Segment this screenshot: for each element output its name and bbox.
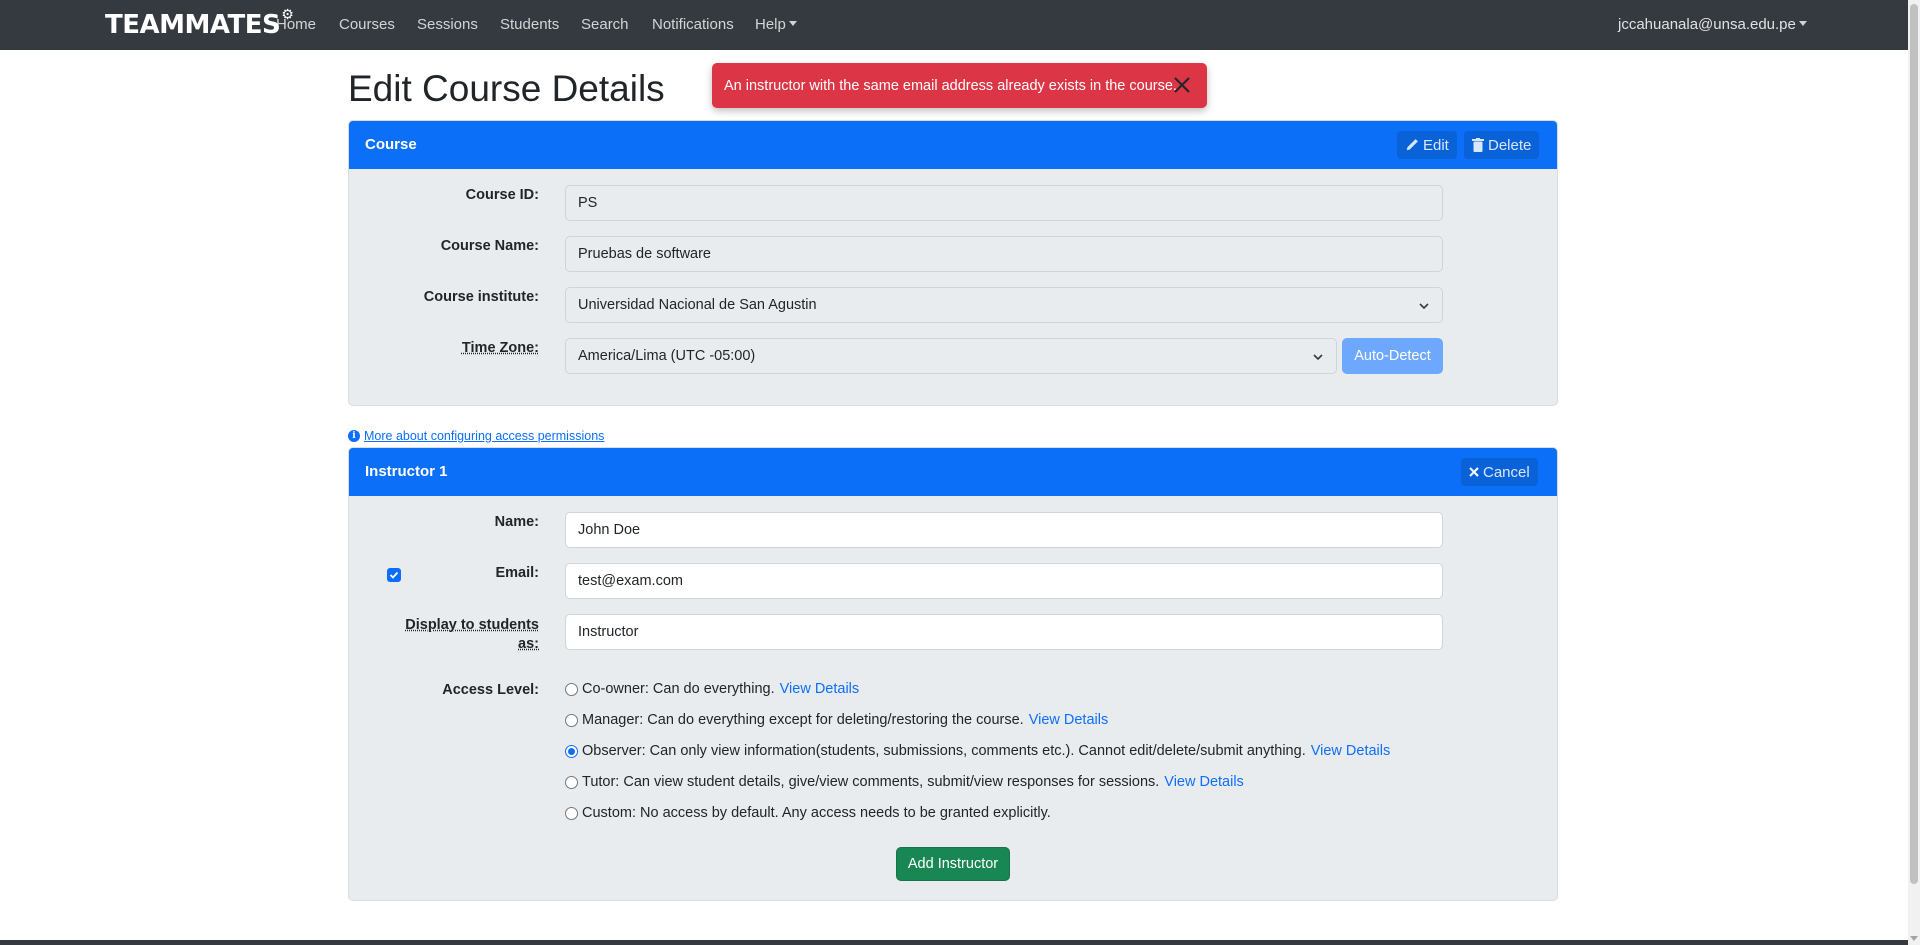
display-label-line1: Display to students [405, 617, 539, 633]
nav-sessions[interactable]: Sessions [417, 16, 478, 33]
scrollbar-thumb[interactable] [1910, 4, 1918, 884]
email-value: test@exam.com [578, 573, 683, 589]
cancel-label: Cancel [1483, 463, 1530, 481]
display-to-students-label: Display to students as: [405, 616, 539, 654]
check-icon [389, 571, 399, 579]
instructor-card-title: Instructor 1 [365, 463, 448, 480]
display-name-field[interactable]: Instructor [565, 614, 1443, 650]
course-id-field[interactable]: PS [565, 185, 1443, 221]
course-card-title: Course [365, 136, 417, 153]
chevron-down-icon [788, 21, 797, 26]
access-option-text: Co-owner: Can do everything. [582, 681, 775, 697]
view-details-link[interactable]: View Details [780, 681, 860, 697]
time-zone-label: Time Zone: [461, 340, 539, 356]
course-institute-label: Course institute: [423, 289, 539, 305]
nav-help-label: Help [755, 16, 786, 33]
edit-button[interactable]: Edit [1397, 131, 1457, 159]
view-details-link[interactable]: View Details [1311, 743, 1391, 759]
nav-help[interactable]: Help [755, 16, 797, 33]
course-id-value: PS [578, 195, 598, 211]
display-label-line2: as: [518, 636, 539, 652]
display-to-students-checkbox[interactable] [387, 568, 401, 582]
name-label: Name: [494, 514, 539, 530]
close-icon [1469, 467, 1479, 477]
instructor-card-header: Instructor 1 Cancel [349, 448, 1557, 496]
course-institute-select[interactable]: Universidad Nacional de San Agustin [565, 287, 1443, 323]
access-permissions-link-text: More about configuring access permission… [364, 429, 605, 443]
radio-coowner[interactable] [565, 682, 578, 696]
chevron-down-icon [1313, 354, 1323, 361]
footer-edge [0, 940, 1908, 945]
page-scrollbar[interactable] [1908, 0, 1920, 945]
error-toast: An instructor with the same email addres… [712, 63, 1207, 108]
access-option-text: Custom: No access by default. Any access… [582, 805, 1051, 821]
view-details-link[interactable]: View Details [1164, 774, 1244, 790]
radio-tutor[interactable] [565, 775, 578, 789]
nav-students[interactable]: Students [500, 16, 559, 33]
course-card-header: Course Edit Delete [349, 121, 1557, 169]
view-details-link[interactable]: View Details [1029, 712, 1109, 728]
info-icon: i [348, 430, 360, 442]
nav-courses[interactable]: Courses [339, 16, 395, 33]
radio-observer[interactable] [565, 744, 578, 758]
auto-detect-button[interactable]: Auto-Detect [1342, 338, 1443, 374]
access-option-coowner[interactable]: Co-owner: Can do everything. View Detail… [565, 681, 859, 697]
access-permissions-link[interactable]: i More about configuring access permissi… [348, 429, 604, 443]
close-icon[interactable] [1171, 74, 1193, 96]
radio-custom[interactable] [565, 806, 578, 820]
chevron-down-icon [1419, 303, 1429, 310]
time-zone-value: America/Lima (UTC -05:00) [578, 348, 756, 364]
display-name-value: Instructor [578, 624, 639, 640]
access-level-label: Access Level: [442, 682, 539, 698]
brand-logo[interactable]: TEAMMATES ⚙ [105, 7, 294, 42]
brand-text: TEAMMATES [105, 10, 281, 40]
top-navbar: TEAMMATES ⚙ Home Courses Sessions Studen… [0, 0, 1908, 50]
name-value: John Doe [578, 522, 641, 538]
course-name-field[interactable]: Pruebas de software [565, 236, 1443, 272]
name-field[interactable]: John Doe [565, 512, 1443, 548]
access-option-tutor[interactable]: Tutor: Can view student details, give/vi… [565, 774, 1244, 790]
delete-label: Delete [1488, 136, 1532, 154]
edit-label: Edit [1423, 136, 1449, 154]
access-option-observer[interactable]: Observer: Can only view information(stud… [565, 743, 1390, 759]
access-option-text: Observer: Can only view information(stud… [582, 743, 1306, 759]
course-name-value: Pruebas de software [578, 246, 711, 262]
cancel-button[interactable]: Cancel [1461, 458, 1538, 486]
scroll-down-arrow-icon[interactable] [1910, 936, 1918, 941]
instructor-card: Instructor 1 Cancel Name: John Doe Email… [348, 447, 1558, 901]
radio-manager[interactable] [565, 713, 578, 727]
access-option-text: Tutor: Can view student details, give/vi… [582, 774, 1160, 790]
course-name-label: Course Name: [440, 238, 539, 254]
access-option-text: Manager: Can do everything except for de… [582, 712, 1024, 728]
user-email: jccahuanala@unsa.edu.pe [1618, 16, 1796, 33]
page-title: Edit Course Details [348, 68, 665, 109]
course-id-label: Course ID: [465, 187, 539, 203]
pencil-icon [1406, 139, 1418, 151]
course-card: Course Edit Delete Course ID: PS Course … [348, 120, 1558, 406]
nav-home[interactable]: Home [276, 16, 316, 33]
delete-button[interactable]: Delete [1464, 131, 1540, 159]
access-option-manager[interactable]: Manager: Can do everything except for de… [565, 712, 1108, 728]
time-zone-select[interactable]: America/Lima (UTC -05:00) [565, 338, 1337, 374]
nav-notifications[interactable]: Notifications [652, 16, 734, 33]
email-field[interactable]: test@exam.com [565, 563, 1443, 599]
trash-icon [1472, 138, 1484, 152]
nav-search[interactable]: Search [581, 16, 629, 33]
user-menu[interactable]: jccahuanala@unsa.edu.pe [1618, 16, 1807, 33]
chevron-down-icon [1798, 21, 1807, 26]
toast-message: An instructor with the same email addres… [724, 77, 1177, 94]
email-label: Email: [495, 565, 539, 581]
access-option-custom[interactable]: Custom: No access by default. Any access… [565, 805, 1051, 821]
course-institute-value: Universidad Nacional de San Agustin [578, 297, 817, 313]
add-instructor-button[interactable]: Add Instructor [896, 847, 1010, 881]
